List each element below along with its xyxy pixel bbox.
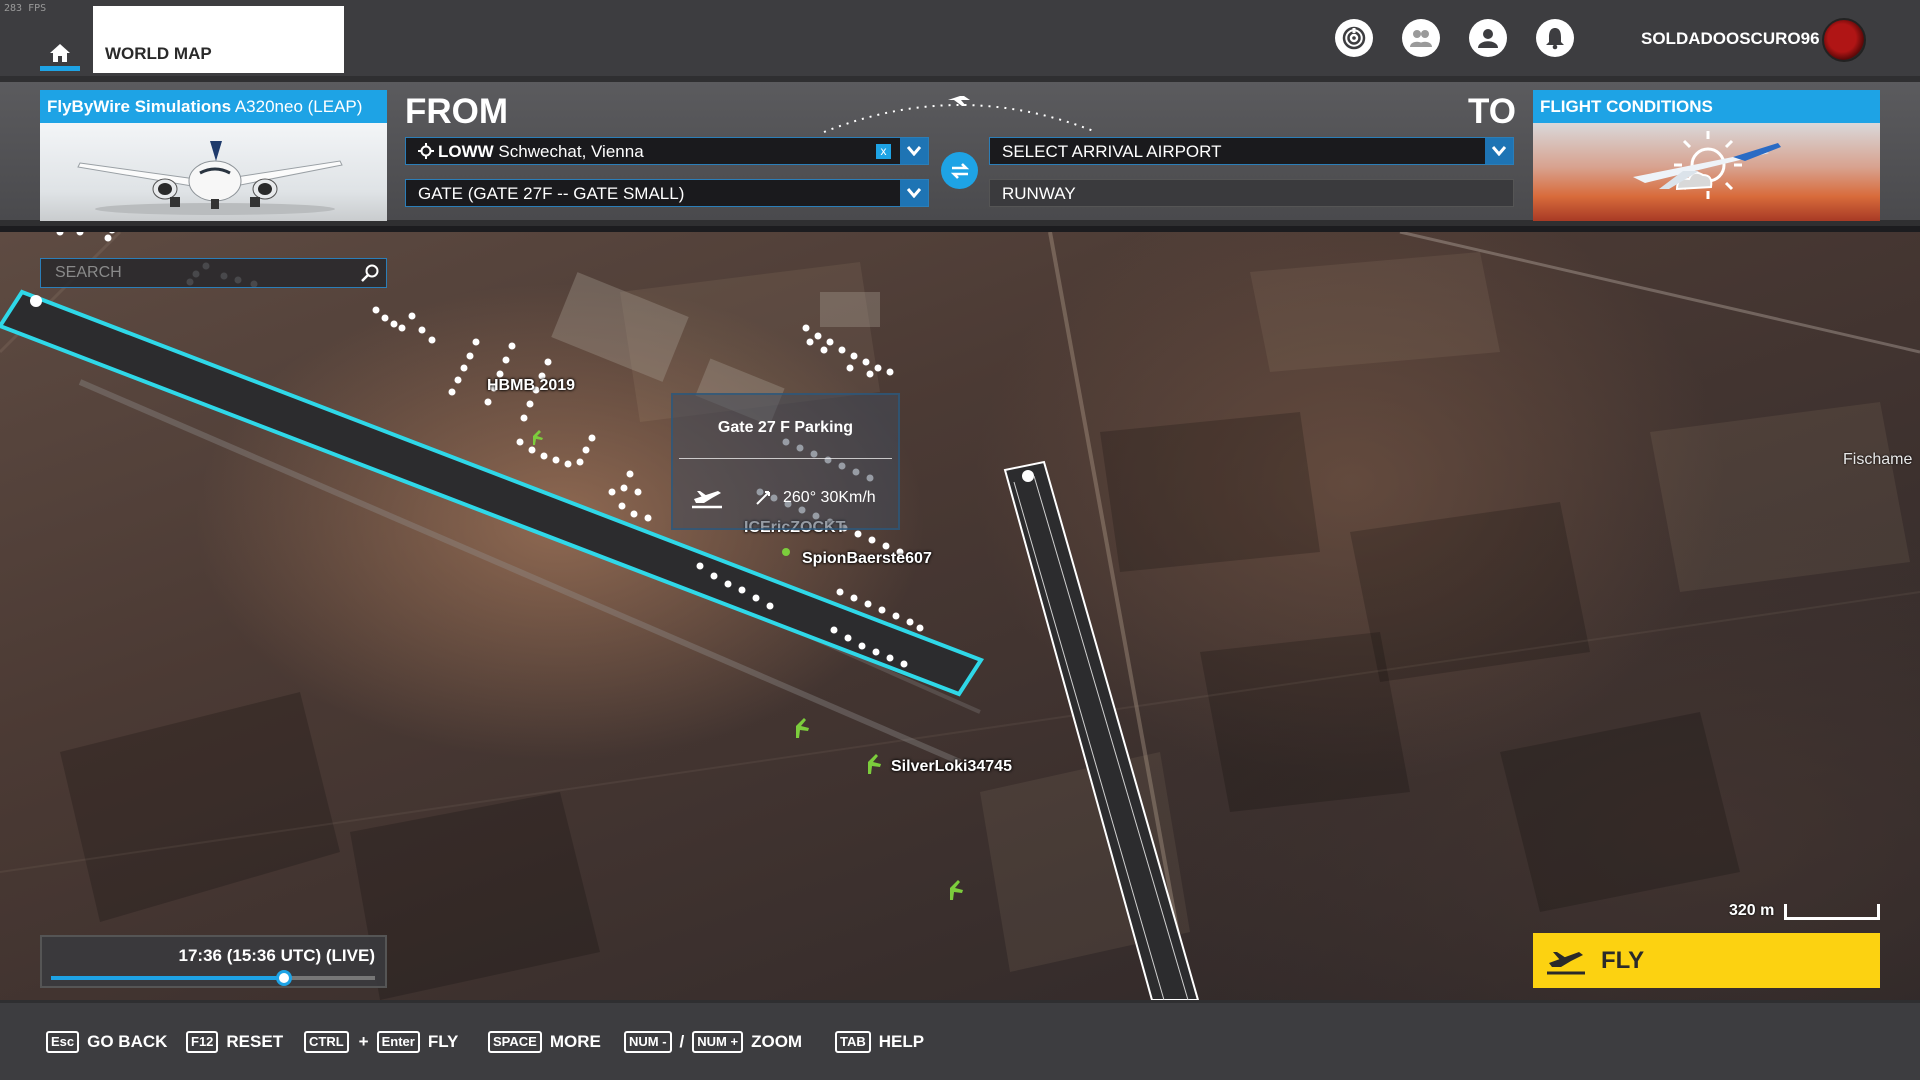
bottom-hint-bar: Esc GO BACK F12 RESET CTRL + Enter FLY S… bbox=[0, 1000, 1920, 1080]
notifications-icon bbox=[1546, 28, 1564, 50]
departure-gate-field[interactable]: GATE (GATE 27F -- GATE SMALL) bbox=[405, 179, 929, 207]
time-slider-fill bbox=[51, 976, 285, 980]
avatar[interactable] bbox=[1822, 18, 1866, 62]
multiplayer-icon bbox=[1410, 30, 1432, 47]
wind-icon bbox=[756, 491, 770, 505]
clear-departure-button[interactable]: x bbox=[876, 144, 891, 159]
hint-fly-label: FLY bbox=[427, 1032, 459, 1051]
flight-setup-row: FlyByWire Simulations A320neo (LEAP) FRO… bbox=[0, 76, 1920, 226]
hint-help-label: HELP bbox=[878, 1032, 925, 1051]
search-placeholder: SEARCH bbox=[55, 264, 122, 281]
hint-reset[interactable]: F12 RESET bbox=[186, 1031, 283, 1053]
key-num-minus: NUM - bbox=[624, 1031, 672, 1053]
departure-dropdown-button[interactable] bbox=[900, 138, 928, 164]
activity-icon bbox=[1342, 26, 1366, 50]
key-ctrl: CTRL bbox=[304, 1031, 349, 1053]
hint-zoom-label: ZOOM bbox=[751, 1032, 803, 1051]
swap-icon bbox=[950, 162, 969, 179]
swap-airports-button[interactable] bbox=[941, 152, 978, 189]
town-label-fischamend: Fischame bbox=[1843, 451, 1913, 468]
key-tab: TAB bbox=[835, 1031, 871, 1053]
map-scale-bar bbox=[1784, 904, 1880, 920]
map-scale-label: 320 m bbox=[1729, 902, 1775, 919]
time-slider[interactable] bbox=[51, 970, 375, 986]
hint-fly[interactable]: CTRL + Enter FLY bbox=[304, 1031, 458, 1053]
arrival-airport-field[interactable]: SELECT ARRIVAL AIRPORT bbox=[989, 137, 1514, 165]
flight-conditions-title: FLIGHT CONDITIONS bbox=[1533, 90, 1880, 123]
departure-airport-code: LOWW bbox=[438, 142, 494, 161]
gate-popup-title: Gate 27 F Parking bbox=[717, 419, 854, 436]
key-num-plus: NUM + bbox=[692, 1031, 744, 1053]
player-label-silver[interactable]: SilverLoki34745 bbox=[891, 758, 1012, 776]
hint-zoom[interactable]: NUM - / NUM + ZOOM bbox=[624, 1031, 802, 1053]
hint-reset-label: RESET bbox=[226, 1032, 284, 1051]
time-slider-knob[interactable] bbox=[276, 970, 293, 986]
gate-dropdown-button[interactable] bbox=[900, 180, 928, 206]
time-of-day-panel: 17:36 (15:36 UTC) (LIVE) bbox=[40, 935, 387, 988]
chevron-down-icon bbox=[1492, 146, 1506, 156]
key-space: SPACE bbox=[488, 1031, 542, 1053]
hint-help[interactable]: TAB HELP bbox=[835, 1031, 924, 1053]
home-icon bbox=[50, 44, 70, 62]
departure-airport-name: Schwechat, Vienna bbox=[493, 142, 644, 161]
chevron-down-icon bbox=[907, 188, 921, 198]
player-label-spion[interactable]: SpionBaerste607 bbox=[802, 550, 932, 568]
aircraft-title: FlyByWire Simulations A320neo (LEAP) bbox=[40, 90, 387, 123]
arrival-airport-placeholder: SELECT ARRIVAL AIRPORT bbox=[1002, 142, 1222, 161]
hint-more[interactable]: SPACE MORE bbox=[488, 1031, 601, 1053]
aircraft-model: A320neo (LEAP) bbox=[231, 97, 363, 116]
arrival-dropdown-button[interactable] bbox=[1485, 138, 1513, 164]
time-of-day-text: 17:36 (15:36 UTC) (LIVE) bbox=[178, 946, 376, 965]
player-label-hbmb[interactable]: HBMB 2019 bbox=[487, 377, 575, 395]
top-nav-bar: 283 FPS WORLD MAP SOLDADOOSCURO96 bbox=[0, 0, 1920, 76]
fly-button[interactable]: FLY bbox=[1533, 933, 1880, 988]
search-icon[interactable] bbox=[360, 263, 380, 283]
aircraft-selection-card[interactable]: FlyByWire Simulations A320neo (LEAP) bbox=[40, 90, 387, 221]
gate-popup-wind: 260° 30Km/h bbox=[783, 489, 876, 506]
flight-conditions-card[interactable]: FLIGHT CONDITIONS bbox=[1533, 90, 1880, 221]
activity-button[interactable] bbox=[1335, 19, 1373, 57]
key-f12: F12 bbox=[186, 1031, 219, 1053]
multiplayer-button[interactable] bbox=[1402, 19, 1440, 57]
departure-plane-icon bbox=[692, 491, 722, 509]
profile-button[interactable] bbox=[1469, 19, 1507, 57]
gate-popup-divider bbox=[679, 458, 892, 459]
aircraft-image bbox=[40, 123, 387, 221]
key-esc: Esc bbox=[46, 1031, 80, 1053]
map-search-input[interactable]: SEARCH bbox=[40, 258, 387, 288]
from-label: FROM bbox=[405, 92, 509, 131]
fps-counter: 283 FPS bbox=[4, 3, 47, 14]
departure-airport-field[interactable]: LOWW Schwechat, Vienna x bbox=[405, 137, 929, 165]
airport-map-graphics bbox=[0, 232, 1920, 1000]
departure-gate-value: GATE (GATE 27F -- GATE SMALL) bbox=[418, 184, 685, 203]
hint-more-label: MORE bbox=[549, 1032, 601, 1051]
arrival-runway-field[interactable]: RUNWAY bbox=[989, 179, 1514, 207]
to-label: TO bbox=[1468, 92, 1516, 131]
key-enter: Enter bbox=[376, 1031, 420, 1053]
hint-go-back[interactable]: Esc GO BACK bbox=[46, 1031, 167, 1053]
route-arc-decoration bbox=[823, 96, 1097, 133]
location-icon bbox=[418, 143, 434, 159]
fly-button-label: FLY bbox=[1601, 946, 1645, 974]
profile-icon bbox=[1478, 29, 1498, 48]
world-map-view[interactable]: SEARCH HBMB 2019 ICEricZOCKT SpionBaerst… bbox=[0, 232, 1920, 1000]
flight-conditions-image bbox=[1533, 123, 1880, 221]
key-joiner-slash: / bbox=[679, 1032, 685, 1051]
username[interactable]: SOLDADOOSCURO96 bbox=[1641, 29, 1820, 49]
key-joiner-plus: + bbox=[358, 1032, 369, 1051]
chevron-down-icon bbox=[907, 146, 921, 156]
takeoff-icon bbox=[1547, 951, 1585, 974]
notifications-button[interactable] bbox=[1536, 19, 1574, 57]
tab-world-map[interactable]: WORLD MAP bbox=[93, 6, 344, 73]
gate-info-popup[interactable]: Gate 27 F Parking 260° 30Km/h bbox=[671, 393, 900, 530]
arrival-runway-placeholder: RUNWAY bbox=[1002, 184, 1076, 203]
home-button[interactable] bbox=[40, 36, 80, 71]
aircraft-brand: FlyByWire Simulations bbox=[47, 97, 232, 116]
hint-go-back-label: GO BACK bbox=[87, 1032, 168, 1051]
